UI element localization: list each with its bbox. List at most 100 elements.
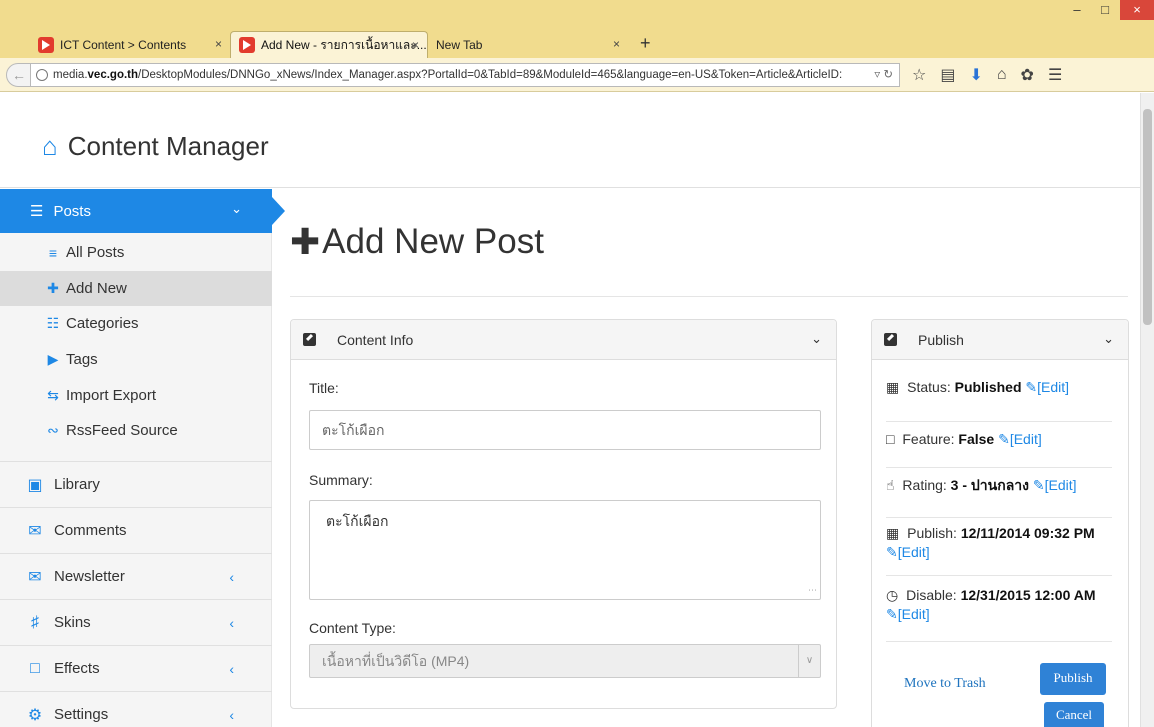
content-info-panel-header[interactable]: Content Info ⌄ [291,320,836,360]
panel-title: Content Info [337,331,414,348]
close-tab-icon[interactable]: × [215,37,222,51]
edit-square-icon [884,333,897,346]
panel-title: Publish [918,331,964,348]
shirt-icon: ♯ [31,613,39,631]
sidebar-item-newsletter[interactable]: ✉ Newsletter ‹ [0,553,272,599]
chevron-left-icon: ‹ [229,568,234,585]
image-icon: ▣ [27,476,43,494]
minimize-button[interactable]: – [1063,0,1091,20]
divider [290,296,1128,297]
tab-new-tab[interactable]: New Tab × [428,31,628,58]
content-type-select[interactable]: เนื้อหาที่เป็นวิดีโอ (MP4) ∨ [309,644,821,678]
sitemap-icon: ☷ [46,315,60,331]
publish-panel-header[interactable]: Publish ⌄ [872,320,1128,360]
sidebar-item-label: Newsletter [54,568,125,585]
chevron-down-icon[interactable]: ⌄ [1103,331,1114,347]
dnn-favicon-icon [239,37,255,53]
feature-value: False [958,431,995,447]
page-scrollbar[interactable] [1140,93,1154,727]
sidebar-subitem-import-export[interactable]: ⇆ Import Export [0,378,272,413]
page-title[interactable]: ⌂ Content Manager [42,131,269,162]
layers-icon: ☰ [30,203,44,220]
tab-label: New Tab [436,37,483,52]
maximize-button[interactable]: □ [1091,0,1119,20]
publish-button[interactable]: Publish [1040,663,1106,695]
sidebar-item-label: Library [54,476,100,493]
download-icon[interactable]: ⬇ [969,65,982,85]
edit-disable-date-link[interactable]: [Edit] [898,606,930,622]
edit-status-link[interactable]: [Edit] [1037,379,1069,395]
summary-textarea[interactable]: ตะโก้เผือก ⋯ [309,500,821,600]
back-arrow-icon[interactable]: ← [6,63,32,87]
page-title-text: Content Manager [67,131,269,161]
close-window-button[interactable]: × [1120,0,1154,20]
thumbs-up-icon: ☝ [886,477,895,493]
grid-icon: ▦ [886,379,900,395]
tab-ict-content[interactable]: ICT Content > Contents × [30,31,230,58]
plus-icon: ✚ [290,221,321,262]
publish-date-value: 12/11/2014 09:32 PM [960,525,1095,541]
status-row: ▦ Status: Published ✎[Edit] [886,378,1112,422]
resize-grip-icon[interactable]: ⋯ [808,585,817,596]
sidebar-subitem-rssfeed-source[interactable]: ∾ RssFeed Source [0,413,272,448]
clipboard-icon: □ [886,431,895,447]
sidebar-item-effects[interactable]: □ Effects ‹ [0,645,272,691]
bookmark-star-icon[interactable]: ☆ [912,65,926,85]
content-manager-header: ⌂ Content Manager [0,93,1140,188]
edit-feature-link[interactable]: [Edit] [1010,431,1042,447]
pencil-icon: ✎ [886,606,898,622]
sidebar-item-skins[interactable]: ♯ Skins ‹ [0,599,272,645]
sidebar-item-library[interactable]: ▣ Library [0,461,272,507]
sidebar-subitem-label: Add New [66,280,127,297]
content-type-value: เนื้อหาที่เป็นวิดีโอ (MP4) [322,653,470,669]
sidebar-item-posts[interactable]: ☰ Posts ⌄ [0,189,285,233]
plus-icon: ✚ [47,280,59,296]
page: ⌂ Content Manager ☰ Posts ⌄ ≡ All Posts … [0,93,1140,727]
chevron-down-icon[interactable]: ⌄ [811,331,822,347]
sidebar-subitem-add-new[interactable]: ✚ Add New [0,271,272,306]
scrollbar-thumb[interactable] [1143,109,1152,325]
edit-publish-date-link[interactable]: [Edit] [898,544,930,560]
sidebar-item-label: Posts [53,202,91,220]
disable-date-label: Disable: [906,587,957,603]
gear-icon: ⚙ [27,706,43,724]
rating-row: ☝ Rating: 3 - ปานกลาง ✎[Edit] [886,476,1112,518]
sidebar-item-settings[interactable]: ⚙ Settings ‹ [0,691,272,727]
envelope-icon: ✉ [28,568,42,586]
sidebar-subitem-categories[interactable]: ☷ Categories [0,306,272,341]
tag-icon: ▶ [47,351,59,367]
tab-strip: ICT Content > Contents × Add New - รายกา… [0,31,1154,58]
extension-icon[interactable]: ✿ [1021,65,1034,85]
browser-toolbar: ☆ ▤ ⬇ ⌂ ✿ ☰ [912,64,1062,86]
edit-rating-link[interactable]: [Edit] [1045,477,1077,493]
chevron-left-icon: ‹ [229,706,234,723]
close-tab-icon[interactable]: × [412,38,419,52]
url-bar[interactable]: media.vec.go.th/DesktopModules/DNNGo_xNe… [30,63,900,87]
disable-date-row: ◷ Disable: 12/31/2015 12:00 AM ✎[Edit] [886,586,1112,642]
summary-text: ตะโก้เผือก [326,513,389,529]
stopwatch-icon: ◷ [886,587,899,603]
dnn-favicon-icon [38,36,54,53]
cancel-button[interactable]: Cancel [1044,702,1104,727]
feature-label: Feature: [902,431,955,447]
close-tab-icon[interactable]: × [613,37,620,51]
comments-icon: ✉ [28,522,42,540]
home-icon[interactable]: ⌂ [997,66,1007,84]
title-input[interactable]: ตะโก้เผือก [309,410,821,450]
publish-panel: Publish ⌄ ▦ Status: Published ✎[Edit] □ … [871,319,1129,727]
url-path: /DesktopModules/DNNGo_xNews/Index_Manage… [138,69,843,81]
heading-text: Add New Post [322,222,544,261]
reading-list-icon[interactable]: ▤ [940,65,955,85]
sidebar-subitem-label: All Posts [66,244,125,261]
sidebar-item-comments[interactable]: ✉ Comments [0,507,272,553]
move-to-trash-link[interactable]: Move to Trash [904,676,986,692]
menu-icon[interactable]: ☰ [1048,65,1062,85]
sidebar-subitem-all-posts[interactable]: ≡ All Posts [0,235,272,270]
pencil-icon: ✎ [1025,379,1038,395]
new-tab-button[interactable]: + [640,33,651,54]
sidebar-subitem-tags[interactable]: ▶ Tags [0,342,272,377]
sidebar-subitem-label: Import Export [66,387,157,404]
publish-date-row: ▦ Publish: 12/11/2014 09:32 PM ✎[Edit] [886,524,1112,576]
tab-add-new[interactable]: Add New - รายการเนื้อหาและ... × [230,31,428,58]
reload-icon[interactable]: ▿ ↻ [874,64,893,86]
